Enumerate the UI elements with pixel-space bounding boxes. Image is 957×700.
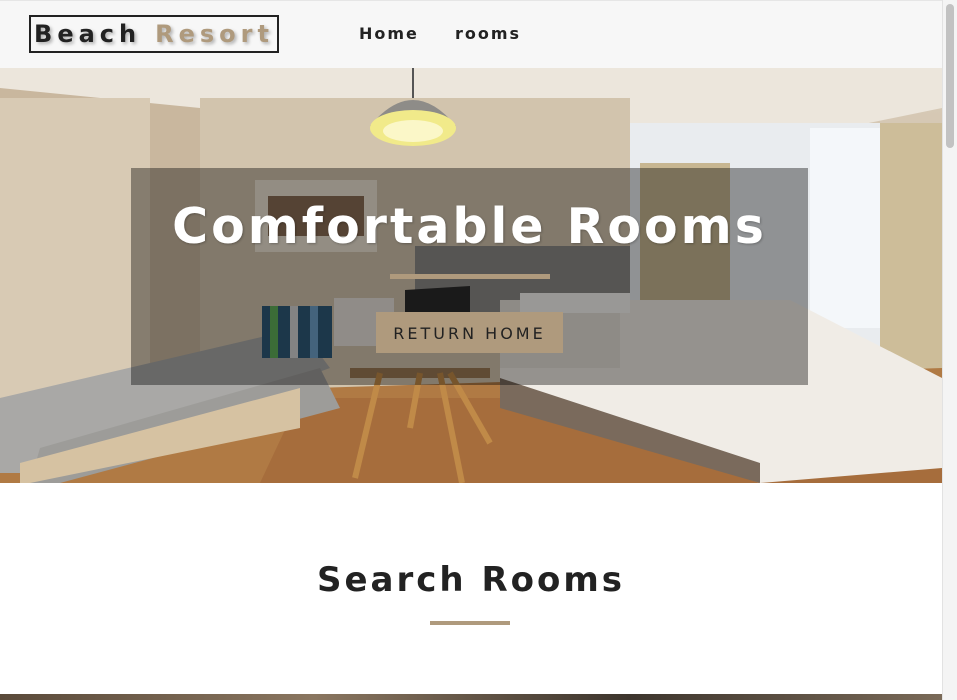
logo-word-resort: Resort: [155, 20, 274, 48]
vertical-scrollbar[interactable]: [942, 0, 957, 700]
logo-word-beach: Beach: [34, 20, 142, 48]
hero-banner: Comfortable Rooms RETURN HOME: [131, 168, 808, 385]
logo[interactable]: Beach Resort: [29, 15, 279, 53]
hero-title-underline: [390, 274, 550, 279]
page: Beach Resort Home rooms Comfortable Room…: [0, 0, 942, 700]
search-rooms-title: Search Rooms: [316, 560, 626, 600]
hero-title: Comfortable Rooms: [172, 198, 767, 255]
hero-section: Comfortable Rooms RETURN HOME: [0, 68, 942, 483]
scrollbar-thumb[interactable]: [946, 4, 954, 148]
nav-link-home[interactable]: Home: [359, 24, 419, 43]
nav-link-rooms[interactable]: rooms: [455, 24, 521, 43]
navbar: Beach Resort Home rooms: [0, 0, 942, 69]
return-home-button[interactable]: RETURN HOME: [376, 312, 563, 353]
search-title-underline: [430, 621, 510, 625]
next-section-edge: [0, 694, 942, 700]
